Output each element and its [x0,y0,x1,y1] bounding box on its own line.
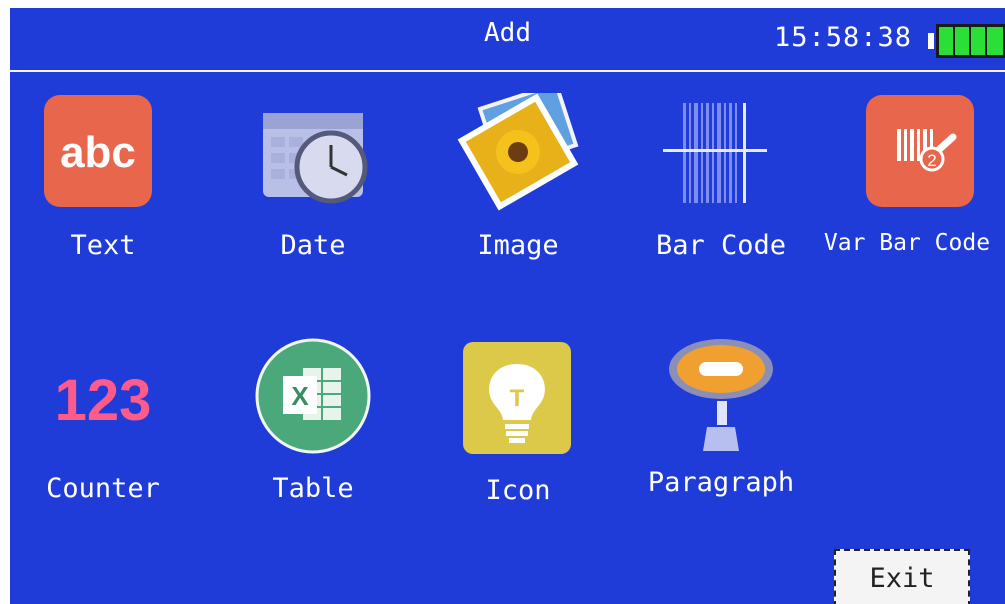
battery-icon [928,23,1005,59]
text-icon: abc [13,93,193,213]
tile-barcode[interactable]: Bar Code [631,88,811,288]
tile-table-label: Table [272,473,354,504]
clock: 15:58:38 [774,22,913,53]
counter-icon: 123 [13,338,193,458]
tile-counter[interactable]: 123 Counter [13,335,193,535]
counter-glyph: 123 [55,368,152,433]
var-barcode-icon: 2 [817,93,997,213]
tile-barcode-label: Bar Code [655,230,787,261]
tile-icon[interactable]: T Icon [428,335,608,535]
date-icon [223,93,403,213]
tile-table[interactable]: X Table [223,335,403,535]
paragraph-icon [631,335,811,455]
tile-text-label: Text [70,230,136,261]
exit-button[interactable]: Exit [834,549,970,604]
tile-paragraph[interactable]: Paragraph [631,335,811,535]
tile-image-label: Image [477,230,559,261]
screen: Add 15:58:38 abc Text Date Image Bar Cod… [10,8,1005,604]
barcode-icon [631,93,811,213]
tile-image[interactable]: Image [428,81,608,288]
tile-date[interactable]: Date [223,88,403,288]
header-bar: Add 15:58:38 [10,8,1005,72]
tile-paragraph-label: Paragraph [647,467,795,498]
tile-counter-label: Counter [46,473,160,504]
tile-text[interactable]: abc Text [13,88,193,288]
tile-var-barcode-label: Var Bar Code [823,230,991,256]
table-glyph: X [291,381,309,411]
tile-date-label: Date [280,230,346,261]
text-icon-glyph: abc [60,128,136,177]
tile-icon-label: Icon [485,475,551,506]
lightbulb-icon: T [428,340,608,460]
image-icon [428,81,608,213]
tile-var-barcode[interactable]: 2 Var Bar Code [817,88,997,288]
var-barcode-glyph: 2 [927,151,936,170]
bulb-glyph: T [510,385,525,412]
table-icon: X [223,338,403,458]
